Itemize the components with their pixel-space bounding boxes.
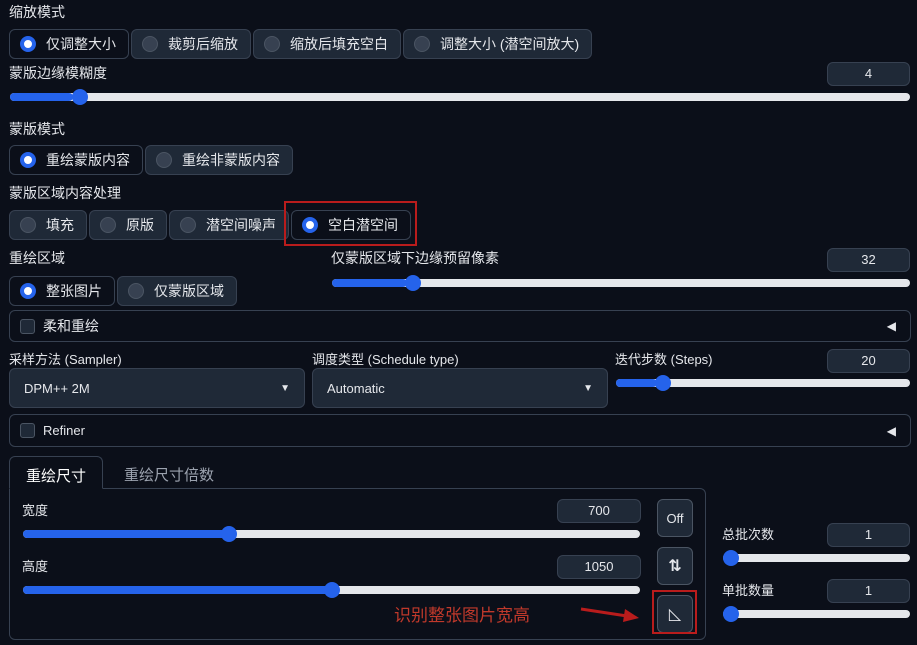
- soft-inpaint-accordion[interactable]: 柔和重绘 ◀: [9, 310, 911, 342]
- slider-thumb[interactable]: [723, 550, 739, 566]
- sampler-label: 采样方法 (Sampler): [9, 352, 122, 367]
- batch-size-slider[interactable]: [723, 606, 910, 622]
- padding-label: 仅蒙版区域下边缘预留像素: [331, 250, 499, 266]
- radio-icon: [20, 217, 36, 233]
- soft-inpaint-label: 柔和重绘: [43, 318, 99, 334]
- mask-mode-group: 重绘蒙版内容 重绘非蒙版内容: [9, 145, 293, 175]
- collapse-arrow-icon[interactable]: ◀: [887, 424, 896, 438]
- masked-content-option-0[interactable]: 填充: [9, 210, 87, 240]
- sampler-dropdown[interactable]: DPM++ 2M ▼: [9, 368, 305, 408]
- height-slider[interactable]: [23, 582, 640, 598]
- steps-label: 迭代步数 (Steps): [615, 352, 713, 367]
- width-slider[interactable]: [23, 526, 640, 542]
- radio-icon: [414, 36, 430, 52]
- mask-blur-label: 蒙版边缘模糊度: [9, 65, 107, 81]
- annotation-text: 识别整张图片宽高: [394, 606, 530, 625]
- masked-content-option-2[interactable]: 潜空间噪声: [169, 210, 289, 240]
- masked-content-option-1[interactable]: 原版: [89, 210, 167, 240]
- resize-mode-option-1[interactable]: 裁剪后缩放: [131, 29, 251, 59]
- mask-mode-option-1[interactable]: 重绘非蒙版内容: [145, 145, 293, 175]
- radio-icon: [20, 152, 36, 168]
- radio-icon: [142, 36, 158, 52]
- radio-icon: [20, 36, 36, 52]
- batch-count-label: 总批次数: [722, 527, 775, 542]
- radio-icon: [100, 217, 116, 233]
- inpaint-area-option-0[interactable]: 整张图片: [9, 276, 115, 306]
- radio-label: 原版: [126, 217, 154, 233]
- resize-mode-option-2[interactable]: 缩放后填充空白: [253, 29, 401, 59]
- radio-label: 调整大小 (潜空间放大): [440, 36, 580, 52]
- batch-size-number[interactable]: 1: [827, 579, 910, 603]
- radio-label: 重绘非蒙版内容: [182, 152, 280, 168]
- radio-label: 填充: [46, 217, 74, 233]
- radio-label: 重绘蒙版内容: [46, 152, 130, 168]
- batch-count-slider[interactable]: [723, 550, 910, 566]
- caret-down-icon: ▼: [583, 382, 593, 394]
- slider-fill: [332, 279, 408, 287]
- swap-dimensions-icon[interactable]: ⇅: [657, 547, 693, 585]
- schedule-label: 调度类型 (Schedule type): [312, 352, 459, 367]
- slider-fill: [10, 93, 73, 101]
- radio-icon: [264, 36, 280, 52]
- soft-inpaint-checkbox[interactable]: [20, 318, 35, 334]
- slider-thumb[interactable]: [323, 582, 340, 598]
- caret-down-icon: ▼: [280, 382, 290, 394]
- height-label: 高度: [22, 559, 49, 574]
- collapse-arrow-icon[interactable]: ◀: [887, 319, 896, 333]
- annotation-arrow-icon: [580, 607, 639, 622]
- slider-thumb[interactable]: [723, 606, 739, 622]
- inpaint-area-group: 整张图片 仅蒙版区域: [9, 276, 237, 306]
- mask-blur-number[interactable]: 4: [827, 62, 910, 86]
- schedule-dropdown[interactable]: Automatic ▼: [312, 368, 608, 408]
- radio-label: 仅调整大小: [46, 36, 116, 52]
- mask-mode-label: 蒙版模式: [9, 121, 65, 137]
- resize-mode-option-3[interactable]: 调整大小 (潜空间放大): [403, 29, 593, 59]
- batch-size-label: 单批数量: [722, 583, 775, 598]
- tab-resize-to[interactable]: 重绘尺寸: [9, 456, 104, 489]
- resize-mode-group: 仅调整大小 裁剪后缩放 缩放后填充空白 调整大小 (潜空间放大): [9, 29, 593, 59]
- slider-fill: [23, 530, 227, 538]
- steps-slider[interactable]: [616, 375, 910, 391]
- radio-icon: [156, 152, 172, 168]
- highlight-box: [284, 201, 417, 246]
- radio-label: 缩放后填充空白: [290, 36, 388, 52]
- inpaint-area-option-1[interactable]: 仅蒙版区域: [117, 276, 237, 306]
- steps-number[interactable]: 20: [827, 349, 910, 373]
- radio-label: 潜空间噪声: [206, 217, 276, 233]
- radio-label: 整张图片: [46, 283, 102, 299]
- off-button[interactable]: Off: [657, 499, 693, 537]
- refiner-label: Refiner: [43, 423, 85, 438]
- resize-mode-label: 缩放模式: [9, 4, 65, 20]
- slider-thumb[interactable]: [405, 275, 422, 291]
- radio-icon: [20, 283, 36, 299]
- highlight-box: [652, 590, 697, 634]
- masked-content-label: 蒙版区域内容处理: [9, 185, 121, 201]
- refiner-checkbox[interactable]: [20, 423, 35, 438]
- radio-icon: [180, 217, 196, 233]
- height-number[interactable]: 1050: [557, 555, 641, 579]
- width-number[interactable]: 700: [557, 499, 641, 523]
- resize-mode-option-0[interactable]: 仅调整大小: [9, 29, 129, 59]
- padding-slider[interactable]: [332, 275, 910, 291]
- mask-mode-option-0[interactable]: 重绘蒙版内容: [9, 145, 143, 175]
- slider-thumb[interactable]: [654, 375, 671, 391]
- radio-label: 裁剪后缩放: [168, 36, 238, 52]
- sampler-value: DPM++ 2M: [24, 380, 90, 396]
- padding-number[interactable]: 32: [827, 248, 910, 272]
- mask-blur-slider[interactable]: [10, 89, 910, 105]
- radio-label: 仅蒙版区域: [154, 283, 224, 299]
- slider-thumb[interactable]: [71, 89, 88, 105]
- refiner-accordion[interactable]: Refiner ◀: [9, 414, 911, 447]
- tab-resize-by[interactable]: 重绘尺寸倍数: [108, 456, 230, 493]
- inpaint-area-label: 重绘区域: [9, 250, 65, 266]
- slider-fill: [23, 586, 332, 594]
- width-label: 宽度: [22, 503, 49, 518]
- batch-count-number[interactable]: 1: [827, 523, 910, 547]
- slider-fill: [616, 379, 658, 387]
- radio-icon: [128, 283, 144, 299]
- schedule-value: Automatic: [327, 380, 385, 396]
